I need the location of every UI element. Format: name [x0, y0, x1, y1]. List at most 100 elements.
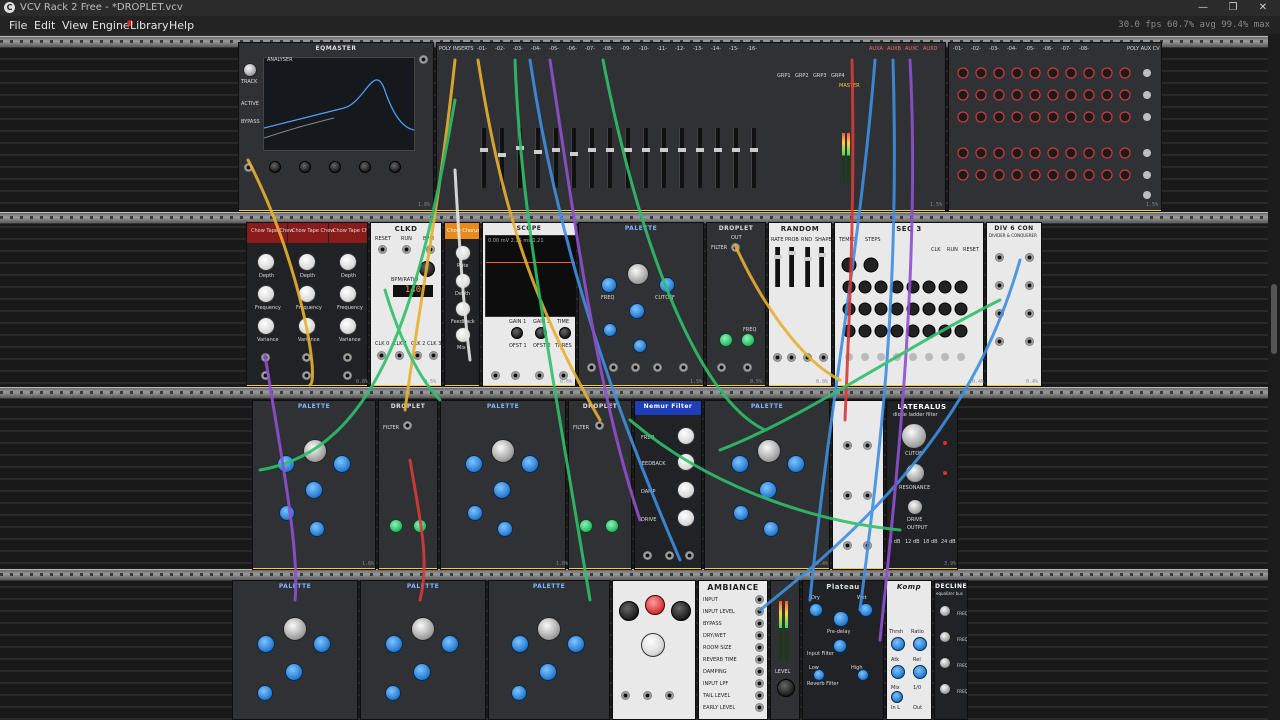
track-fader[interactable] [570, 128, 578, 188]
input-jack[interactable] [621, 691, 630, 700]
output-jack[interactable] [302, 371, 311, 380]
module-blank-light[interactable] [832, 400, 884, 570]
menu-engine[interactable]: Engine [92, 19, 130, 32]
track-fader[interactable] [660, 128, 668, 188]
clk-jack[interactable] [429, 351, 438, 360]
oct-knob[interactable] [385, 685, 401, 701]
room-size-jack[interactable] [755, 643, 764, 652]
in-jack[interactable] [717, 363, 726, 372]
module-mixer[interactable]: POLY INSERTS -01- -02- -03- -04- -05- -0… [436, 42, 946, 212]
time-knob[interactable] [559, 327, 571, 339]
variance-knob[interactable] [298, 317, 316, 335]
res-knob[interactable] [539, 663, 557, 681]
feedback-knob[interactable] [677, 453, 695, 471]
input-jack[interactable] [653, 363, 662, 372]
decay-knob[interactable] [497, 521, 513, 537]
input-jack[interactable] [843, 441, 852, 450]
menu-library[interactable]: Library [130, 19, 168, 32]
oscillator-knob[interactable] [757, 439, 781, 463]
knob[interactable] [641, 633, 665, 657]
input-jack[interactable] [643, 551, 652, 560]
freq-knob[interactable] [389, 519, 403, 533]
thrsh-knob[interactable] [891, 637, 905, 651]
rel-knob[interactable] [913, 665, 927, 679]
output-jack[interactable] [863, 541, 872, 550]
variance-knob[interactable] [257, 317, 275, 335]
track-fader[interactable] [534, 128, 542, 188]
module-palette[interactable]: PALETTE [488, 580, 610, 720]
input-lpf-jack[interactable] [755, 679, 764, 688]
freq-knob[interactable] [677, 427, 695, 445]
input-jack[interactable] [491, 371, 500, 380]
clk-jack[interactable] [377, 351, 386, 360]
input-jack[interactable] [587, 363, 596, 372]
out-jack[interactable] [595, 421, 604, 430]
module-reverb-light[interactable] [612, 580, 696, 720]
damping-jack[interactable] [755, 667, 764, 676]
cv-jack[interactable] [743, 363, 752, 372]
freq-knob[interactable] [601, 277, 617, 293]
level-knob[interactable] [777, 679, 795, 697]
decay-knob[interactable] [309, 521, 325, 537]
cutoff-knob[interactable] [659, 277, 675, 293]
drive-knob[interactable] [907, 499, 923, 515]
cutoff-knob[interactable] [333, 455, 351, 473]
output-jack[interactable] [1025, 337, 1034, 346]
feedback-knob[interactable] [455, 301, 471, 317]
prob-slider[interactable] [788, 247, 796, 287]
sequencer-knob-grid[interactable] [835, 253, 984, 383]
rate-knob[interactable] [455, 245, 471, 261]
frequency-knob[interactable] [298, 285, 316, 303]
input-jack[interactable] [995, 253, 1004, 262]
menu-edit[interactable]: Edit [34, 19, 55, 32]
input-jack[interactable] [511, 371, 520, 380]
output-jack[interactable] [685, 551, 694, 560]
clk-jack[interactable] [395, 351, 404, 360]
band-knob[interactable] [329, 161, 341, 173]
module-level[interactable]: LEVEL [770, 580, 800, 720]
cutoff-knob[interactable] [441, 635, 459, 653]
track-fader[interactable] [678, 128, 686, 188]
frequency-knob[interactable] [257, 285, 275, 303]
band-knob[interactable] [359, 161, 371, 173]
cutoff-knob[interactable] [313, 635, 331, 653]
ratio-knob[interactable] [913, 637, 927, 651]
reverb-time-jack[interactable] [755, 655, 764, 664]
oct-knob[interactable] [279, 505, 295, 521]
module-nemur-filter[interactable]: Nemur Filter FREQ FEEDBACK DAMP DRIVE [634, 400, 702, 570]
rack[interactable]: EQMASTER ANALYSER TRACK ACTIVE BYPASS PO… [0, 34, 1280, 720]
oscillator-knob[interactable] [411, 617, 435, 641]
freq-knob[interactable] [939, 631, 951, 643]
input-jack[interactable] [995, 309, 1004, 318]
input-jack[interactable] [843, 491, 852, 500]
res-knob[interactable] [305, 481, 323, 499]
atk-knob[interactable] [891, 665, 905, 679]
dry-wet-jack[interactable] [755, 631, 764, 640]
decay-knob[interactable] [763, 521, 779, 537]
close-button[interactable]: ✕ [1250, 1, 1276, 15]
input-jack[interactable] [787, 353, 796, 362]
res-knob[interactable] [759, 481, 777, 499]
gain1-knob[interactable] [511, 327, 523, 339]
track-fader[interactable] [516, 128, 524, 188]
track-fader[interactable] [498, 128, 506, 188]
module-chow-chorus[interactable]: Chow Chorus Rate Depth Feedback Mix [444, 222, 480, 387]
shape-slider[interactable] [818, 247, 826, 287]
maximize-button[interactable]: ❐ [1220, 1, 1246, 15]
cutoff-knob[interactable] [521, 455, 539, 473]
freq-knob[interactable] [465, 455, 483, 473]
rack-scrollbar-thumb[interactable] [1271, 284, 1277, 354]
module-palette[interactable]: PALETTE [360, 580, 486, 720]
decay-knob[interactable] [633, 339, 647, 353]
resonance-knob[interactable] [905, 463, 925, 483]
clk-jack[interactable] [413, 351, 422, 360]
band-knob[interactable] [389, 161, 401, 173]
module-chow-tape-chew[interactable]: Chow Tape Chew Chow Tape Chew Chow Tape … [246, 222, 368, 387]
input-jack[interactable] [535, 371, 544, 380]
res-knob[interactable] [285, 663, 303, 681]
knob[interactable] [645, 595, 665, 615]
input-jack[interactable] [631, 363, 640, 372]
oct-knob[interactable] [467, 505, 483, 521]
input-jack[interactable] [995, 281, 1004, 290]
drive-knob[interactable] [677, 509, 695, 527]
